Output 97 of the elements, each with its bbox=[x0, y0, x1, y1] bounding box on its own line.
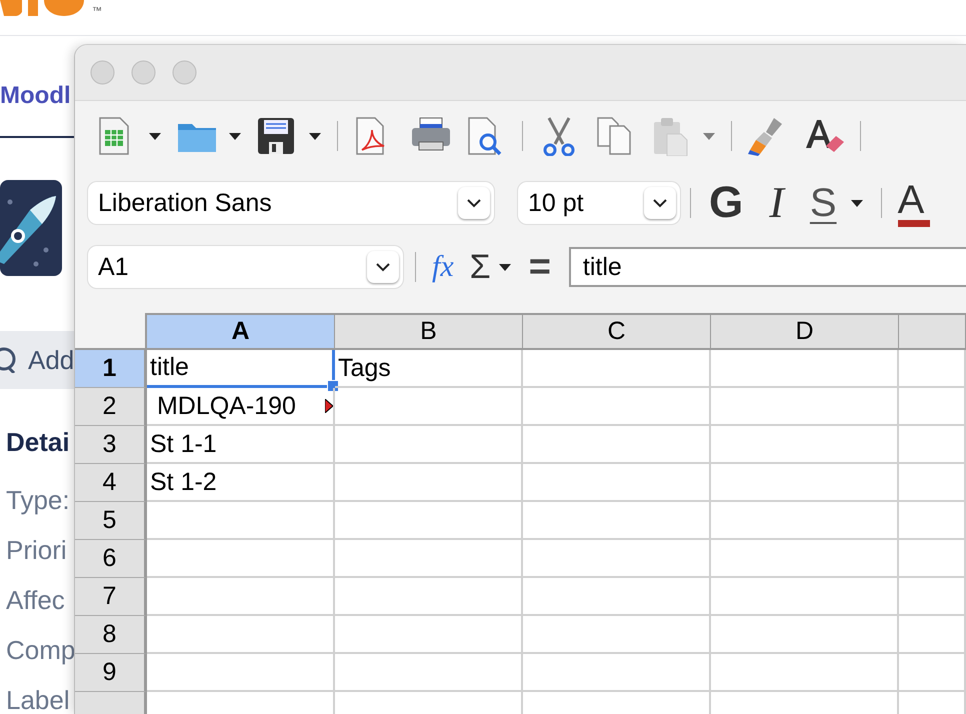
underline-button[interactable]: S bbox=[802, 183, 871, 223]
table-cell[interactable] bbox=[147, 578, 335, 616]
caret-icon bbox=[309, 132, 321, 140]
table-cell[interactable] bbox=[711, 426, 899, 464]
table-cell[interactable] bbox=[335, 464, 523, 502]
table-cell[interactable]: St 1-2 bbox=[147, 464, 335, 502]
table-cell[interactable] bbox=[711, 464, 899, 502]
font-size-field[interactable]: 10 pt bbox=[518, 182, 680, 224]
caret-icon bbox=[229, 132, 241, 140]
window-control-icon[interactable] bbox=[172, 60, 197, 85]
table-cell[interactable] bbox=[335, 654, 523, 692]
select-all-corner[interactable] bbox=[75, 313, 147, 350]
row-header[interactable]: 2 bbox=[75, 388, 147, 426]
table-cell[interactable] bbox=[335, 616, 523, 654]
add-comment-button[interactable]: Add bbox=[0, 331, 75, 389]
table-cell[interactable] bbox=[147, 540, 335, 578]
underline-label: S bbox=[810, 183, 837, 223]
overflow-arrow-icon bbox=[325, 399, 333, 413]
column-header[interactable]: D bbox=[711, 313, 899, 350]
font-color-button[interactable]: A bbox=[898, 180, 930, 226]
sum-button[interactable]: Σ bbox=[470, 248, 511, 286]
field-label: Affec bbox=[6, 584, 65, 617]
row-header[interactable]: 8 bbox=[75, 616, 147, 654]
row-header[interactable]: 5 bbox=[75, 502, 147, 540]
table-cell[interactable] bbox=[711, 654, 899, 692]
bold-button[interactable]: G bbox=[701, 181, 752, 225]
table-cell[interactable] bbox=[335, 426, 523, 464]
table-cell[interactable] bbox=[335, 388, 523, 426]
caret-icon bbox=[703, 132, 715, 140]
formula-input-field[interactable]: title bbox=[568, 247, 966, 287]
function-wizard-button[interactable]: fx bbox=[428, 250, 458, 284]
field-label: Priori bbox=[6, 534, 67, 567]
row-header[interactable]: 7 bbox=[75, 578, 147, 616]
table-cell[interactable] bbox=[335, 578, 523, 616]
table-cell[interactable] bbox=[899, 350, 966, 388]
table-cell[interactable] bbox=[523, 388, 711, 426]
project-link[interactable]: Moodl bbox=[0, 82, 71, 110]
italic-button[interactable]: I bbox=[761, 181, 792, 225]
table-cell[interactable] bbox=[523, 578, 711, 616]
caret-icon bbox=[149, 132, 161, 140]
table-cell[interactable]: Tags bbox=[335, 350, 523, 388]
column-header[interactable] bbox=[899, 313, 966, 350]
table-cell[interactable] bbox=[147, 502, 335, 540]
table-cell[interactable] bbox=[899, 464, 966, 502]
table-cell[interactable] bbox=[711, 502, 899, 540]
table-cell[interactable] bbox=[899, 616, 966, 654]
table-cell[interactable] bbox=[523, 350, 711, 388]
chevron-down-icon bbox=[376, 262, 390, 272]
table-cell[interactable] bbox=[711, 616, 899, 654]
table-cell[interactable] bbox=[899, 502, 966, 540]
table-cell[interactable] bbox=[523, 426, 711, 464]
table-cell[interactable] bbox=[899, 578, 966, 616]
table-cell[interactable] bbox=[899, 388, 966, 426]
table-cell[interactable] bbox=[711, 388, 899, 426]
field-label: Type: bbox=[6, 484, 70, 517]
table-cell[interactable] bbox=[147, 616, 335, 654]
table-cell[interactable]: MDLQA-190 bbox=[147, 388, 335, 426]
table-cell[interactable] bbox=[523, 616, 711, 654]
column-header[interactable]: C bbox=[523, 313, 711, 350]
table-cell[interactable] bbox=[899, 426, 966, 464]
sum-symbol: Σ bbox=[470, 248, 491, 286]
trademark-symbol: ™ bbox=[92, 6, 102, 17]
column-header[interactable]: B bbox=[335, 313, 523, 350]
table-cell[interactable] bbox=[711, 578, 899, 616]
table-cell[interactable] bbox=[523, 540, 711, 578]
section-heading: Detai bbox=[6, 427, 70, 458]
window-control-icon[interactable] bbox=[90, 60, 115, 85]
chevron-down-icon bbox=[467, 198, 481, 208]
caret-icon bbox=[850, 199, 863, 207]
rocket-tile-icon bbox=[0, 180, 62, 276]
table-cell[interactable] bbox=[899, 654, 966, 692]
formula-button[interactable]: = bbox=[522, 246, 557, 288]
table-cell[interactable] bbox=[711, 350, 899, 388]
column-header[interactable]: A bbox=[147, 313, 335, 350]
row-header[interactable]: 4 bbox=[75, 464, 147, 502]
table-cell[interactable] bbox=[523, 502, 711, 540]
table-cell[interactable] bbox=[711, 540, 899, 578]
row-header[interactable]: 1 bbox=[75, 350, 147, 388]
field-label: Label bbox=[6, 684, 70, 714]
row-header[interactable]: 3 bbox=[75, 426, 147, 464]
table-cell[interactable] bbox=[523, 654, 711, 692]
font-name-field[interactable]: Liberation Sans bbox=[88, 182, 494, 224]
table-cell[interactable] bbox=[899, 540, 966, 578]
row-header[interactable]: 9 bbox=[75, 654, 147, 692]
chevron-down-icon bbox=[653, 198, 667, 208]
table-cell[interactable] bbox=[523, 464, 711, 502]
table-cell[interactable] bbox=[335, 540, 523, 578]
table-cell[interactable]: St 1-1 bbox=[147, 426, 335, 464]
row-header[interactable]: 6 bbox=[75, 540, 147, 578]
field-label: Comp bbox=[6, 634, 76, 667]
table-cell[interactable] bbox=[335, 502, 523, 540]
table-cell[interactable] bbox=[147, 654, 335, 692]
caret-icon bbox=[498, 263, 511, 271]
table-cell[interactable]: title bbox=[147, 350, 335, 388]
name-box-field[interactable]: A1 bbox=[88, 246, 403, 288]
font-color-label: A bbox=[898, 180, 924, 220]
window-control-icon[interactable] bbox=[131, 60, 156, 85]
